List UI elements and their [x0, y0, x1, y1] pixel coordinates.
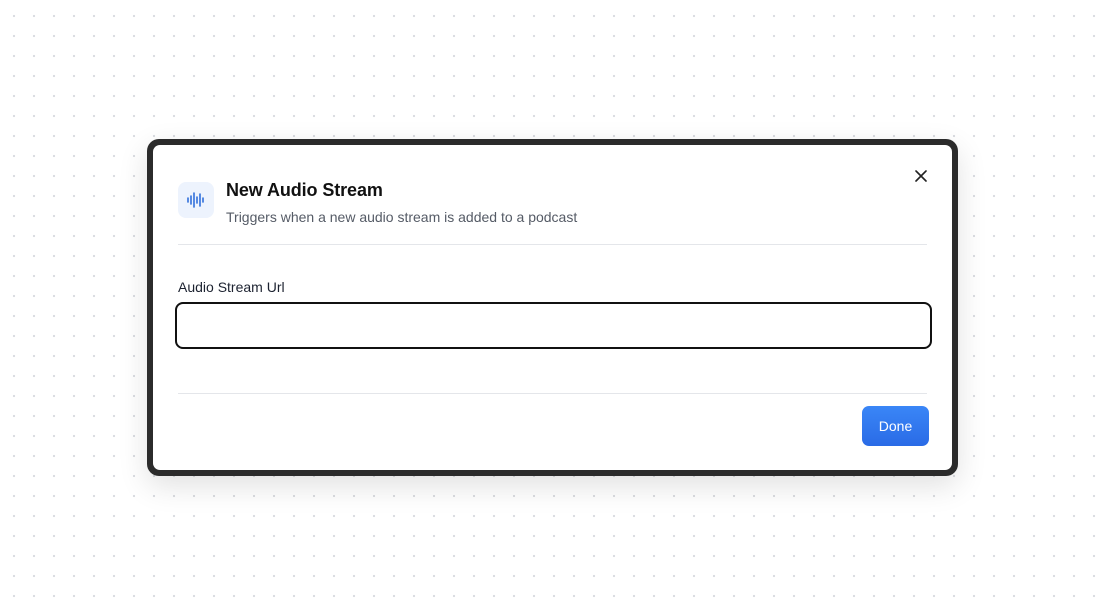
modal-title: New Audio Stream [226, 180, 383, 200]
trigger-config-modal: New Audio Stream Triggers when a new aud… [147, 139, 958, 476]
audio-waveform-icon-badge [178, 182, 214, 218]
close-icon [915, 170, 927, 182]
modal-body: New Audio Stream Triggers when a new aud… [153, 145, 952, 470]
done-button[interactable]: Done [862, 406, 929, 446]
audio-stream-url-input[interactable] [175, 302, 932, 349]
header-divider [178, 244, 927, 245]
footer-divider [178, 393, 927, 394]
audio-stream-url-label: Audio Stream Url [178, 279, 285, 295]
close-button[interactable] [910, 165, 932, 187]
modal-subtitle: Triggers when a new audio stream is adde… [226, 209, 578, 225]
audio-waveform-icon [187, 192, 204, 208]
